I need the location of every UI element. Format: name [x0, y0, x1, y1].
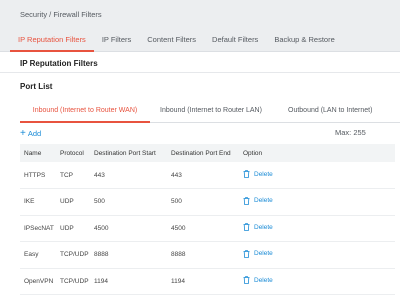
breadcrumb: Security / Firewall Filters: [20, 10, 102, 19]
delete-label: Delete: [254, 250, 273, 258]
delete-button[interactable]: Delete: [243, 223, 273, 232]
port-list-title: Port List: [20, 82, 53, 91]
cell-port-end: 500: [171, 198, 182, 206]
tab-content-filters[interactable]: Content Filters: [139, 30, 204, 52]
subtab-inbound-wan[interactable]: Inbound (Internet to Router WAN): [20, 101, 150, 123]
section-divider: [0, 72, 400, 73]
subtab-inbound-lan[interactable]: Inbound (Internet to Router LAN): [160, 101, 262, 123]
delete-label: Delete: [254, 223, 273, 231]
cell-port-end: 8888: [171, 251, 186, 259]
delete-label: Delete: [254, 197, 273, 205]
cell-name: Easy: [24, 251, 39, 259]
table-header-row: Name Protocol Destination Port Start Des…: [20, 144, 395, 162]
delete-button[interactable]: Delete: [243, 196, 273, 205]
section-title: IP Reputation Filters: [20, 59, 98, 68]
direction-tabs: Inbound (Internet to Router WAN) Inbound…: [20, 101, 400, 123]
cell-port-end: 1194: [171, 277, 185, 285]
tab-default-filters[interactable]: Default Filters: [204, 30, 266, 52]
cell-name: IPSecNAT: [24, 224, 54, 232]
tab-backup-restore[interactable]: Backup & Restore: [266, 30, 342, 52]
add-button[interactable]: + Add: [20, 128, 41, 139]
cell-name: IKE: [24, 198, 35, 206]
subtab-outbound[interactable]: Outbound (LAN to Internet): [288, 101, 372, 123]
table-row: HTTPS TCP 443 443 Delete: [20, 162, 395, 189]
cell-protocol: TCP: [60, 171, 73, 179]
header-option: Option: [243, 149, 263, 157]
delete-label: Delete: [254, 170, 273, 178]
cell-name: OpenVPN: [24, 277, 54, 285]
cell-port-start: 8888: [94, 251, 109, 259]
cell-protocol: UDP: [60, 224, 74, 232]
trash-icon: [243, 196, 250, 205]
delete-button[interactable]: Delete: [243, 170, 273, 178]
delete-button[interactable]: Delete: [243, 276, 273, 285]
table-row: Easy TCP/UDP 8888 8888 Delete: [20, 242, 395, 268]
delete-button[interactable]: Delete: [243, 249, 273, 258]
cell-port-end: 443: [171, 171, 182, 179]
delete-label: Delete: [254, 276, 273, 284]
max-count: Max: 255: [335, 128, 366, 137]
trash-icon: [243, 170, 250, 178]
header-port-start: Destination Port Start: [94, 149, 156, 157]
cell-protocol: TCP/UDP: [60, 251, 89, 259]
table-row: OpenVPN TCP/UDP 1194 1194 Delete: [20, 268, 395, 295]
tab-ip-reputation-filters[interactable]: IP Reputation Filters: [10, 30, 94, 52]
trash-icon: [243, 249, 250, 258]
trash-icon: [243, 223, 250, 232]
trash-icon: [243, 276, 250, 285]
cell-protocol: UDP: [60, 198, 74, 206]
cell-port-start: 4500: [94, 224, 109, 232]
port-table: Name Protocol Destination Port Start Des…: [20, 144, 395, 295]
top-bar: Security / Firewall Filters IP Reputatio…: [0, 0, 400, 52]
header-protocol: Protocol: [60, 149, 84, 157]
header-port-end: Destination Port End: [171, 149, 231, 157]
cell-port-start: 443: [94, 171, 105, 179]
cell-name: HTTPS: [24, 171, 46, 179]
main-tabs: IP Reputation Filters IP Filters Content…: [10, 30, 343, 52]
cell-protocol: TCP/UDP: [60, 277, 89, 285]
cell-port-end: 4500: [171, 224, 186, 232]
plus-icon: +: [20, 128, 26, 139]
cell-port-start: 1194: [94, 277, 108, 285]
add-label: Add: [27, 129, 42, 138]
cell-port-start: 500: [94, 198, 105, 206]
table-row: IPSecNAT UDP 4500 4500 Delete: [20, 215, 395, 242]
tab-ip-filters[interactable]: IP Filters: [94, 30, 139, 52]
header-name: Name: [24, 149, 42, 157]
table-row: IKE UDP 500 500 Delete: [20, 189, 395, 215]
